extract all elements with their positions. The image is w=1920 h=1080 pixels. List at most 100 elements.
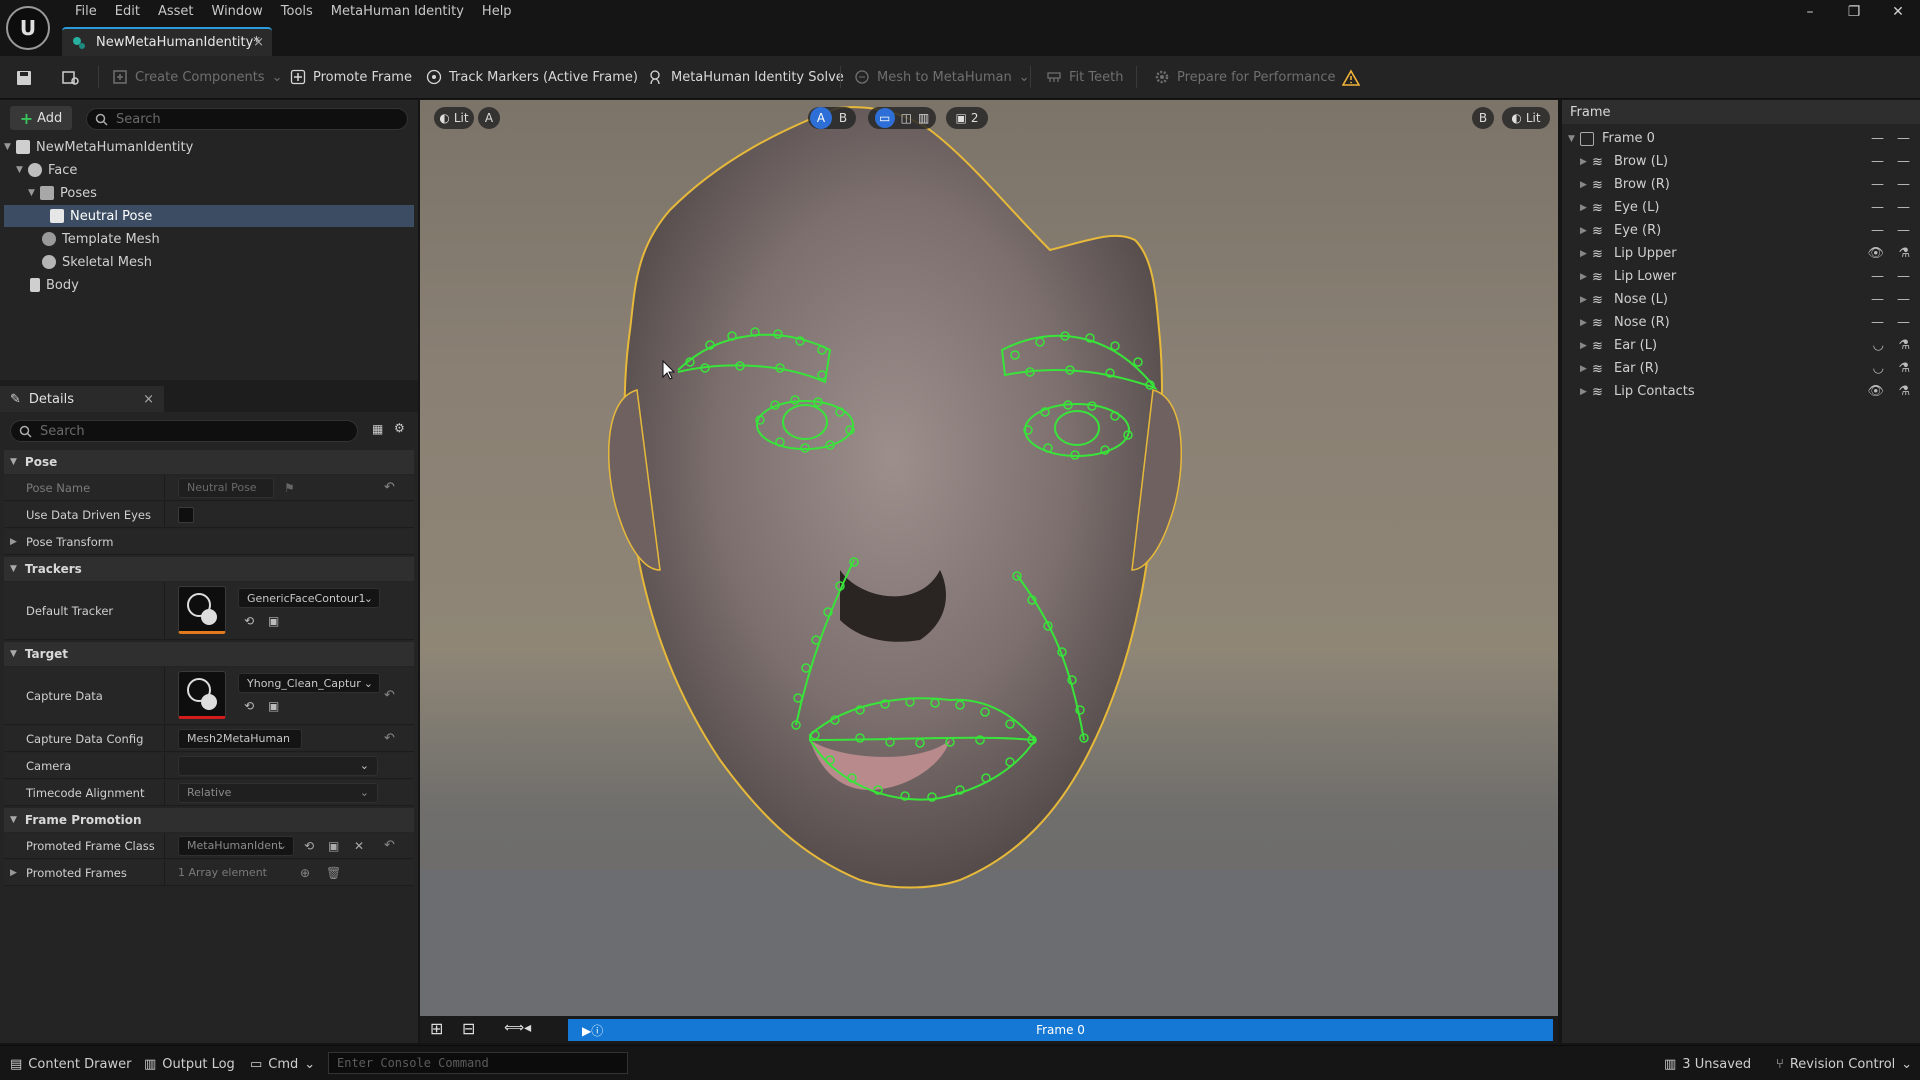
lock-off-icon[interactable]: — <box>1897 154 1910 169</box>
fit-teeth-button[interactable]: Fit Teeth <box>1046 64 1123 90</box>
use-selected-icon[interactable]: ⟲ <box>244 699 254 713</box>
layout-dual-icon[interactable]: ▥ <box>918 111 929 125</box>
lock-off-icon[interactable]: — <box>1897 223 1910 238</box>
browse-icon[interactable]: ▣ <box>328 839 339 853</box>
expand-arrow-icon[interactable]: ▶ <box>1580 272 1592 282</box>
visibility-off-icon[interactable]: — <box>1871 131 1884 146</box>
content-drawer-button[interactable]: ▤ Content Drawer <box>10 1054 131 1074</box>
lock-off-icon[interactable]: — <box>1897 269 1910 284</box>
view-b-right-button[interactable]: B <box>1472 107 1494 129</box>
details-tab[interactable]: ✎ Details × <box>0 386 164 412</box>
menu-edit[interactable]: Edit <box>106 3 149 21</box>
menu-tools[interactable]: Tools <box>272 3 322 21</box>
capture-data-dropdown[interactable]: Yhong_Clean_Captur ⌄ <box>238 673 380 693</box>
tree-item-poses[interactable]: ▼ Poses <box>4 182 414 204</box>
section-frame-promotion[interactable]: ▼ Frame Promotion <box>4 808 414 832</box>
reset-arrow-icon[interactable]: ↶ <box>384 731 395 746</box>
visibility-off-icon[interactable]: — <box>1871 223 1884 238</box>
revision-control-button[interactable]: ⑂ Revision Control ⌄ <box>1776 1054 1912 1074</box>
eye-visible-icon[interactable]: 👁 <box>1867 384 1884 399</box>
expand-arrow-icon[interactable]: ▶ <box>1580 157 1592 167</box>
lock-off-icon[interactable]: — <box>1897 315 1910 330</box>
outliner-search-input[interactable]: Search <box>86 108 408 130</box>
mesh-to-metahuman-button[interactable]: Mesh to MetaHuman ⌄ <box>854 64 1030 90</box>
browse-icon[interactable]: ▣ <box>268 699 279 713</box>
visibility-off-icon[interactable]: — <box>1871 292 1884 307</box>
lock-off-icon[interactable]: — <box>1897 292 1910 307</box>
layout-single-icon[interactable]: ▭ <box>874 108 895 128</box>
use-selected-icon[interactable]: ⟲ <box>244 614 254 628</box>
curve-row-brow-l[interactable]: ▶ ≋ Brow (L) — — <box>1562 150 1920 173</box>
section-target[interactable]: ▼ Target <box>4 642 414 666</box>
default-tracker-dropdown[interactable]: GenericFaceContour1 ⌄ <box>238 588 380 608</box>
menu-asset[interactable]: Asset <box>149 3 203 21</box>
expand-arrow-icon[interactable]: ▶ <box>1580 295 1592 305</box>
data-driven-eyes-checkbox[interactable] <box>178 506 194 523</box>
tree-item-identity[interactable]: ▼ NewMetaHumanIdentity <box>4 136 414 158</box>
browse-asset-icon[interactable] <box>62 70 80 86</box>
capture-data-thumbnail[interactable] <box>178 671 226 719</box>
tree-item-skeletal-mesh[interactable]: Skeletal Mesh <box>4 251 414 273</box>
flask-icon[interactable]: ⚗ <box>1898 384 1910 399</box>
expand-arrow-icon[interactable]: ▶ <box>10 537 17 547</box>
timecode-alignment-dropdown[interactable]: Relative ⌄ <box>178 782 378 803</box>
table-view-icon[interactable]: ▦ <box>372 422 383 436</box>
viewport[interactable]: ◐ Lit A A B ▭ ◫ ▥ ▣ 2 B ◐ Lit <box>420 100 1558 1016</box>
reset-arrow-icon[interactable]: ↶ <box>384 688 395 703</box>
camera-dropdown[interactable]: ⌄ <box>178 755 378 776</box>
tree-item-face[interactable]: ▼ Face <box>4 159 414 181</box>
document-tab[interactable]: NewMetaHumanIdentity* × <box>62 27 272 56</box>
section-pose[interactable]: ▼ Pose <box>4 450 414 474</box>
curve-row-eye-l[interactable]: ▶ ≋ Eye (L) — — <box>1562 196 1920 219</box>
use-selected-icon[interactable]: ⟲ <box>304 839 314 853</box>
curve-row-lip-upper[interactable]: ▶ ≋ Lip Upper 👁 ⚗ <box>1562 242 1920 265</box>
view-a-left-button[interactable]: A <box>478 107 500 129</box>
eye-closed-icon[interactable]: ◡ <box>1873 361 1884 376</box>
promote-frame-button[interactable]: Promote Frame <box>290 64 412 90</box>
clear-icon[interactable]: ✕ <box>354 839 364 853</box>
remove-frame-icon[interactable]: ⊟ <box>462 1019 475 1038</box>
tree-item-neutral-pose[interactable]: Neutral Pose <box>4 205 414 227</box>
details-search-input[interactable]: Search <box>10 420 358 442</box>
expand-arrow-icon[interactable]: ▶ <box>1580 341 1592 351</box>
visibility-off-icon[interactable]: — <box>1871 154 1884 169</box>
row-pose-transform[interactable]: ▶ Pose Transform <box>4 529 414 555</box>
expand-arrow-icon[interactable]: ▶ <box>1580 203 1592 213</box>
expand-arrow-icon[interactable]: ▶ <box>1580 249 1592 259</box>
curve-row-brow-r[interactable]: ▶ ≋ Brow (R) — — <box>1562 173 1920 196</box>
trash-icon[interactable]: 🗑 <box>326 866 341 880</box>
curve-row-lip-lower[interactable]: ▶ ≋ Lip Lower — — <box>1562 265 1920 288</box>
menu-file[interactable]: File <box>66 3 106 21</box>
add-frame-icon[interactable]: ⊞ <box>430 1019 443 1038</box>
track-markers-button[interactable]: Track Markers (Active Frame) <box>426 64 638 90</box>
view-b-button[interactable]: B <box>832 111 854 125</box>
cmd-dropdown[interactable]: ▭ Cmd ⌄ <box>250 1054 315 1074</box>
eye-visible-icon[interactable]: 👁 <box>1867 246 1884 261</box>
frame-checkbox[interactable] <box>1580 131 1594 146</box>
add-element-icon[interactable]: ⊕ <box>300 866 310 880</box>
browse-icon[interactable]: ▣ <box>268 614 279 628</box>
camera-count-button[interactable]: ▣ 2 <box>946 107 988 129</box>
camera-track-icon[interactable]: ▶ⓘ <box>582 1022 603 1039</box>
visibility-off-icon[interactable]: — <box>1871 177 1884 192</box>
expand-arrow-icon[interactable]: ▶ <box>10 868 17 878</box>
promoted-frame-class-dropdown[interactable]: MetaHumanIdent ⌄ <box>178 835 294 856</box>
reset-arrow-icon[interactable]: ↶ <box>384 838 395 853</box>
flask-icon[interactable]: ⚗ <box>1898 361 1910 376</box>
identity-solve-button[interactable]: MetaHuman Identity Solve <box>648 64 844 90</box>
close-window-icon[interactable]: ✕ <box>1876 4 1920 20</box>
lock-off-icon[interactable]: — <box>1897 177 1910 192</box>
capture-data-config-field[interactable]: Mesh2MetaHuman <box>178 728 302 749</box>
curve-row-nose-l[interactable]: ▶ ≋ Nose (L) — — <box>1562 288 1920 311</box>
curve-row-eye-r[interactable]: ▶ ≋ Eye (R) — — <box>1562 219 1920 242</box>
layout-wipe-icon[interactable]: ◫ <box>901 111 912 125</box>
expand-arrow-icon[interactable]: ▶ <box>1580 226 1592 236</box>
expand-arrow-icon[interactable]: ▶ <box>1580 387 1592 397</box>
flask-icon[interactable]: ⚗ <box>1898 246 1910 261</box>
collapse-arrow-icon[interactable]: ▼ <box>4 142 16 152</box>
close-tab-icon[interactable]: × <box>253 35 264 50</box>
expand-arrow-icon[interactable]: ▶ <box>1580 318 1592 328</box>
warning-icon[interactable] <box>1342 69 1360 87</box>
expand-arrow-icon[interactable]: ▶ <box>1580 364 1592 374</box>
section-trackers[interactable]: ▼ Trackers <box>4 557 414 581</box>
